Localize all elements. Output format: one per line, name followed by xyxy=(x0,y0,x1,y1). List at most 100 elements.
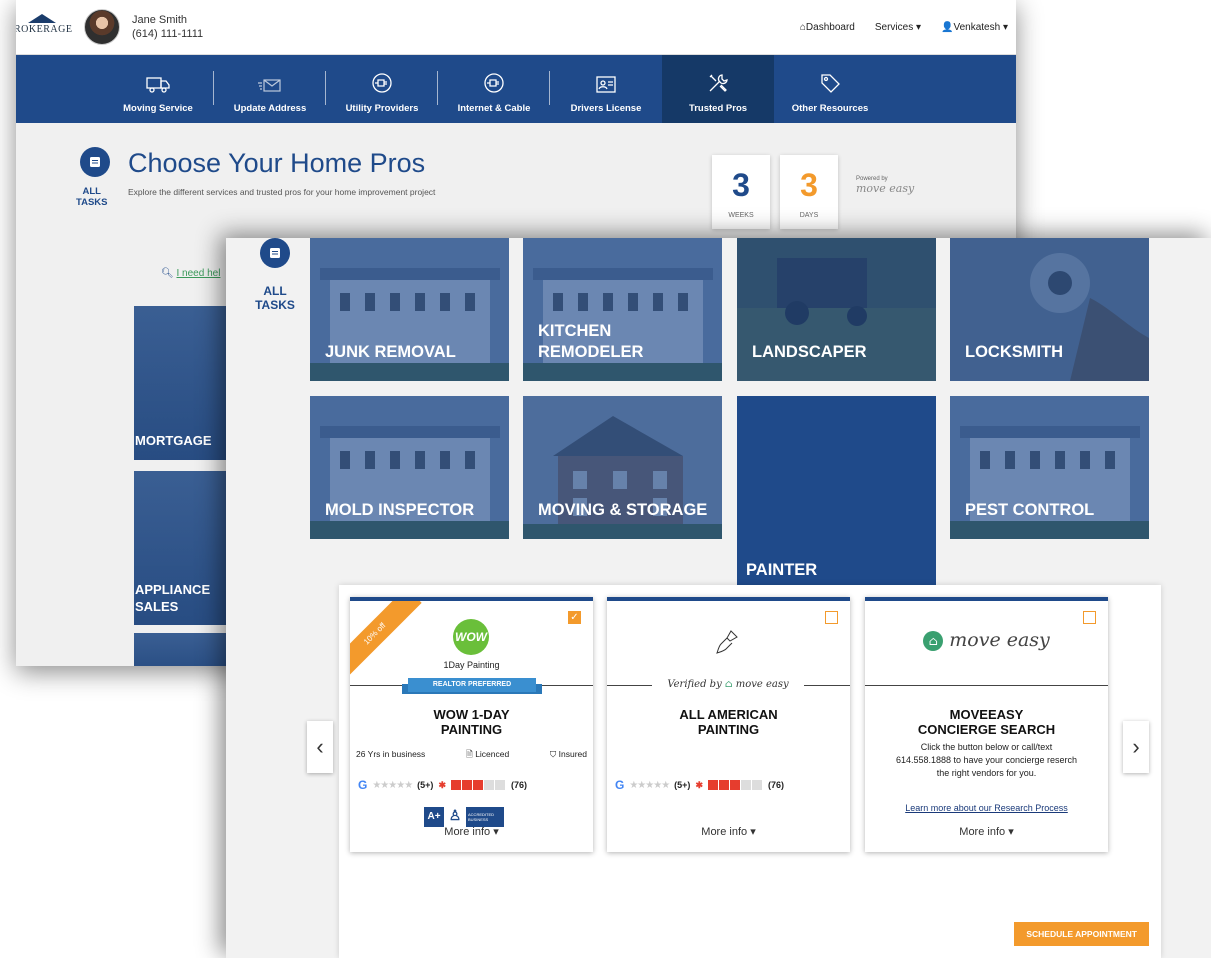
schedule-appointment-button[interactable]: SCHEDULE APPOINTMENT xyxy=(1014,922,1149,946)
search-icon: 🔍︎ xyxy=(161,268,174,279)
moveeasy-wordmark: move easy xyxy=(856,182,915,195)
vendor-card-moveeasy[interactable]: ⌂ move easy MOVEEASY CONCIERGE SEARCH Cli… xyxy=(865,597,1108,852)
main-nav: Moving Service Update Address Utility Pr… xyxy=(16,55,1016,123)
nav-label: Trusted Pros xyxy=(688,103,748,114)
tile-landscaper[interactable]: LANDSCAPER xyxy=(737,238,936,381)
wow-logo: WOW xyxy=(453,619,489,655)
carousel-prev-button[interactable]: ‹ xyxy=(307,721,333,773)
agent-phone: (614) 111-1111 xyxy=(132,28,204,40)
vendor-card-all-american[interactable]: Verified by ⌂ move easy ALL AMERICAN PAIN… xyxy=(607,597,850,852)
page-subtitle: Explore the different services and trust… xyxy=(128,187,436,197)
tile-junk-removal[interactable]: JUNK REMOVAL xyxy=(310,238,509,381)
bbb-badges: A+ ♙ ACCREDITED BUSINESS xyxy=(424,807,504,827)
yelp-count: (76) xyxy=(767,780,784,790)
nav-moving-service[interactable]: Moving Service xyxy=(102,55,214,123)
all-tasks-icon[interactable] xyxy=(260,238,290,268)
nav-internet-cable[interactable]: Internet & Cable xyxy=(438,55,550,123)
truck-icon xyxy=(146,77,170,93)
chevron-right-icon: › xyxy=(1132,734,1140,759)
top-links: ⌂Dashboard Services ▾ 👤Venkatesh ▾ xyxy=(800,22,1008,33)
document-icon: 🗎 xyxy=(465,749,473,759)
more-info-link[interactable]: More info ▾ xyxy=(607,825,850,838)
nav-label: Update Address xyxy=(233,103,307,114)
nav-label: Internet & Cable xyxy=(457,103,531,114)
user-menu[interactable]: 👤Venkatesh ▾ xyxy=(941,22,1008,33)
tile-partial[interactable] xyxy=(134,633,234,666)
brokerage-logo: ROKERAGE xyxy=(16,13,80,35)
ratings-row: G ★★★★★ (5+) ✱ (76) xyxy=(615,778,784,792)
yelp-stars xyxy=(450,780,506,791)
tools-icon xyxy=(709,74,728,92)
yelp-count: (76) xyxy=(510,780,527,790)
google-count: (5+) xyxy=(674,780,691,790)
yelp-icon: ✱ xyxy=(438,779,446,790)
tile-label: MOVING & STORAGE xyxy=(538,501,708,519)
vendor-name: WOW 1-DAY PAINTING xyxy=(433,707,510,737)
tile-label: KITCHEN REMODELER xyxy=(538,322,644,361)
nav-label: Other Resources xyxy=(791,103,869,114)
tile-mortgage[interactable]: MORTGAGE xyxy=(134,306,234,460)
nav-trusted-pros[interactable]: Trusted Pros xyxy=(662,55,774,123)
more-info-link[interactable]: More info ▾ xyxy=(350,825,593,838)
moveeasy-logo: ⌂ move easy xyxy=(865,629,1108,651)
services-menu[interactable]: Services ▾ xyxy=(875,22,921,33)
page-title: Choose Your Home Pros xyxy=(128,148,426,178)
tag-icon xyxy=(821,74,840,93)
agent-info: Jane Smith (614) 111-1111 xyxy=(132,13,203,41)
google-icon: G xyxy=(615,778,625,792)
tile-label: PEST CONTROL xyxy=(965,501,1095,519)
nav-drivers-license[interactable]: Drivers License xyxy=(550,55,662,123)
bbb-logo-icon: ♙ xyxy=(448,807,462,823)
google-stars: ★★★★★ xyxy=(372,779,413,791)
years-in-business: 26 Yrs in business xyxy=(356,749,426,759)
insured-badge: ⛉ Insured xyxy=(549,749,587,759)
nav-update-address[interactable]: Update Address xyxy=(214,55,326,123)
nav-other-resources[interactable]: Other Resources xyxy=(774,55,886,123)
carousel-next-button[interactable]: › xyxy=(1123,721,1149,773)
tile-painter[interactable]: PAINTER xyxy=(737,396,936,586)
vendor-checkbox[interactable]: ✓ xyxy=(568,611,581,624)
nav-utility-providers[interactable]: Utility Providers xyxy=(326,55,438,123)
research-process-link[interactable]: Learn more about our Research Process xyxy=(865,803,1108,813)
all-tasks-label[interactable]: ALL TASKS xyxy=(247,284,303,312)
divider xyxy=(865,685,1108,686)
envelope-icon xyxy=(258,79,281,92)
google-stars: ★★★★★ xyxy=(629,779,670,791)
tile-mold-inspector[interactable]: MOLD INSPECTOR xyxy=(310,396,509,539)
licensed-badge: 🗎 Licenced xyxy=(465,749,510,759)
foreground-window: ALL TASKS JUNK REMOVAL KITCHEN REMODELER L… xyxy=(226,238,1211,958)
vendor-panel: 10% off ✓ WOW 1Day Painting REALTOR PREF… xyxy=(339,585,1161,958)
nav-label: Drivers License xyxy=(570,103,642,114)
top-bar: ROKERAGE Jane Smith (614) 111-1111 ⌂Dash… xyxy=(16,0,1016,55)
tile-moving-storage[interactable]: MOVING & STORAGE xyxy=(523,396,722,539)
nav-label: Moving Service xyxy=(123,103,193,114)
vendor-card-wow[interactable]: 10% off ✓ WOW 1Day Painting REALTOR PREF… xyxy=(350,597,593,852)
more-info-link[interactable]: More info ▾ xyxy=(865,825,1108,838)
yelp-stars xyxy=(707,780,763,791)
google-icon: G xyxy=(358,778,368,792)
search-help-link[interactable]: 🔍︎ I need hel xyxy=(161,268,220,279)
tile-appliance-sales[interactable]: APPLIANCE SALES xyxy=(134,471,234,625)
vendor-checkbox[interactable] xyxy=(825,611,838,624)
plug-icon xyxy=(484,73,504,93)
agent-avatar xyxy=(84,9,120,45)
yelp-icon: ✱ xyxy=(695,779,703,790)
countdown-weeks-value: 3 xyxy=(732,167,750,203)
all-tasks-label[interactable]: ALL TASKS xyxy=(76,186,108,208)
all-tasks-icon[interactable] xyxy=(80,147,110,177)
tile-label: LANDSCAPER xyxy=(752,343,867,361)
vendor-stats: 26 Yrs in business 🗎 Licenced ⛉ Insured xyxy=(356,749,587,763)
concierge-description: Click the button below or call/text 614.5… xyxy=(895,742,1078,778)
verified-by-badge: Verified by ⌂ move easy xyxy=(652,678,804,692)
dashboard-link[interactable]: ⌂Dashboard xyxy=(800,22,855,33)
tile-locksmith[interactable]: LOCKSMITH xyxy=(950,238,1149,381)
house-icon: ⌂ xyxy=(923,631,944,651)
bbb-rating: A+ xyxy=(424,807,444,827)
vendor-checkbox[interactable] xyxy=(1083,611,1096,624)
shield-icon: ⛉ xyxy=(549,749,557,759)
tile-pest-control[interactable]: PEST CONTROL xyxy=(950,396,1149,539)
nav-label: Utility Providers xyxy=(345,103,419,114)
countdown-days-value: 3 xyxy=(800,167,818,203)
tile-kitchen-remodeler[interactable]: KITCHEN REMODELER xyxy=(523,238,722,381)
plug-icon xyxy=(372,73,392,93)
